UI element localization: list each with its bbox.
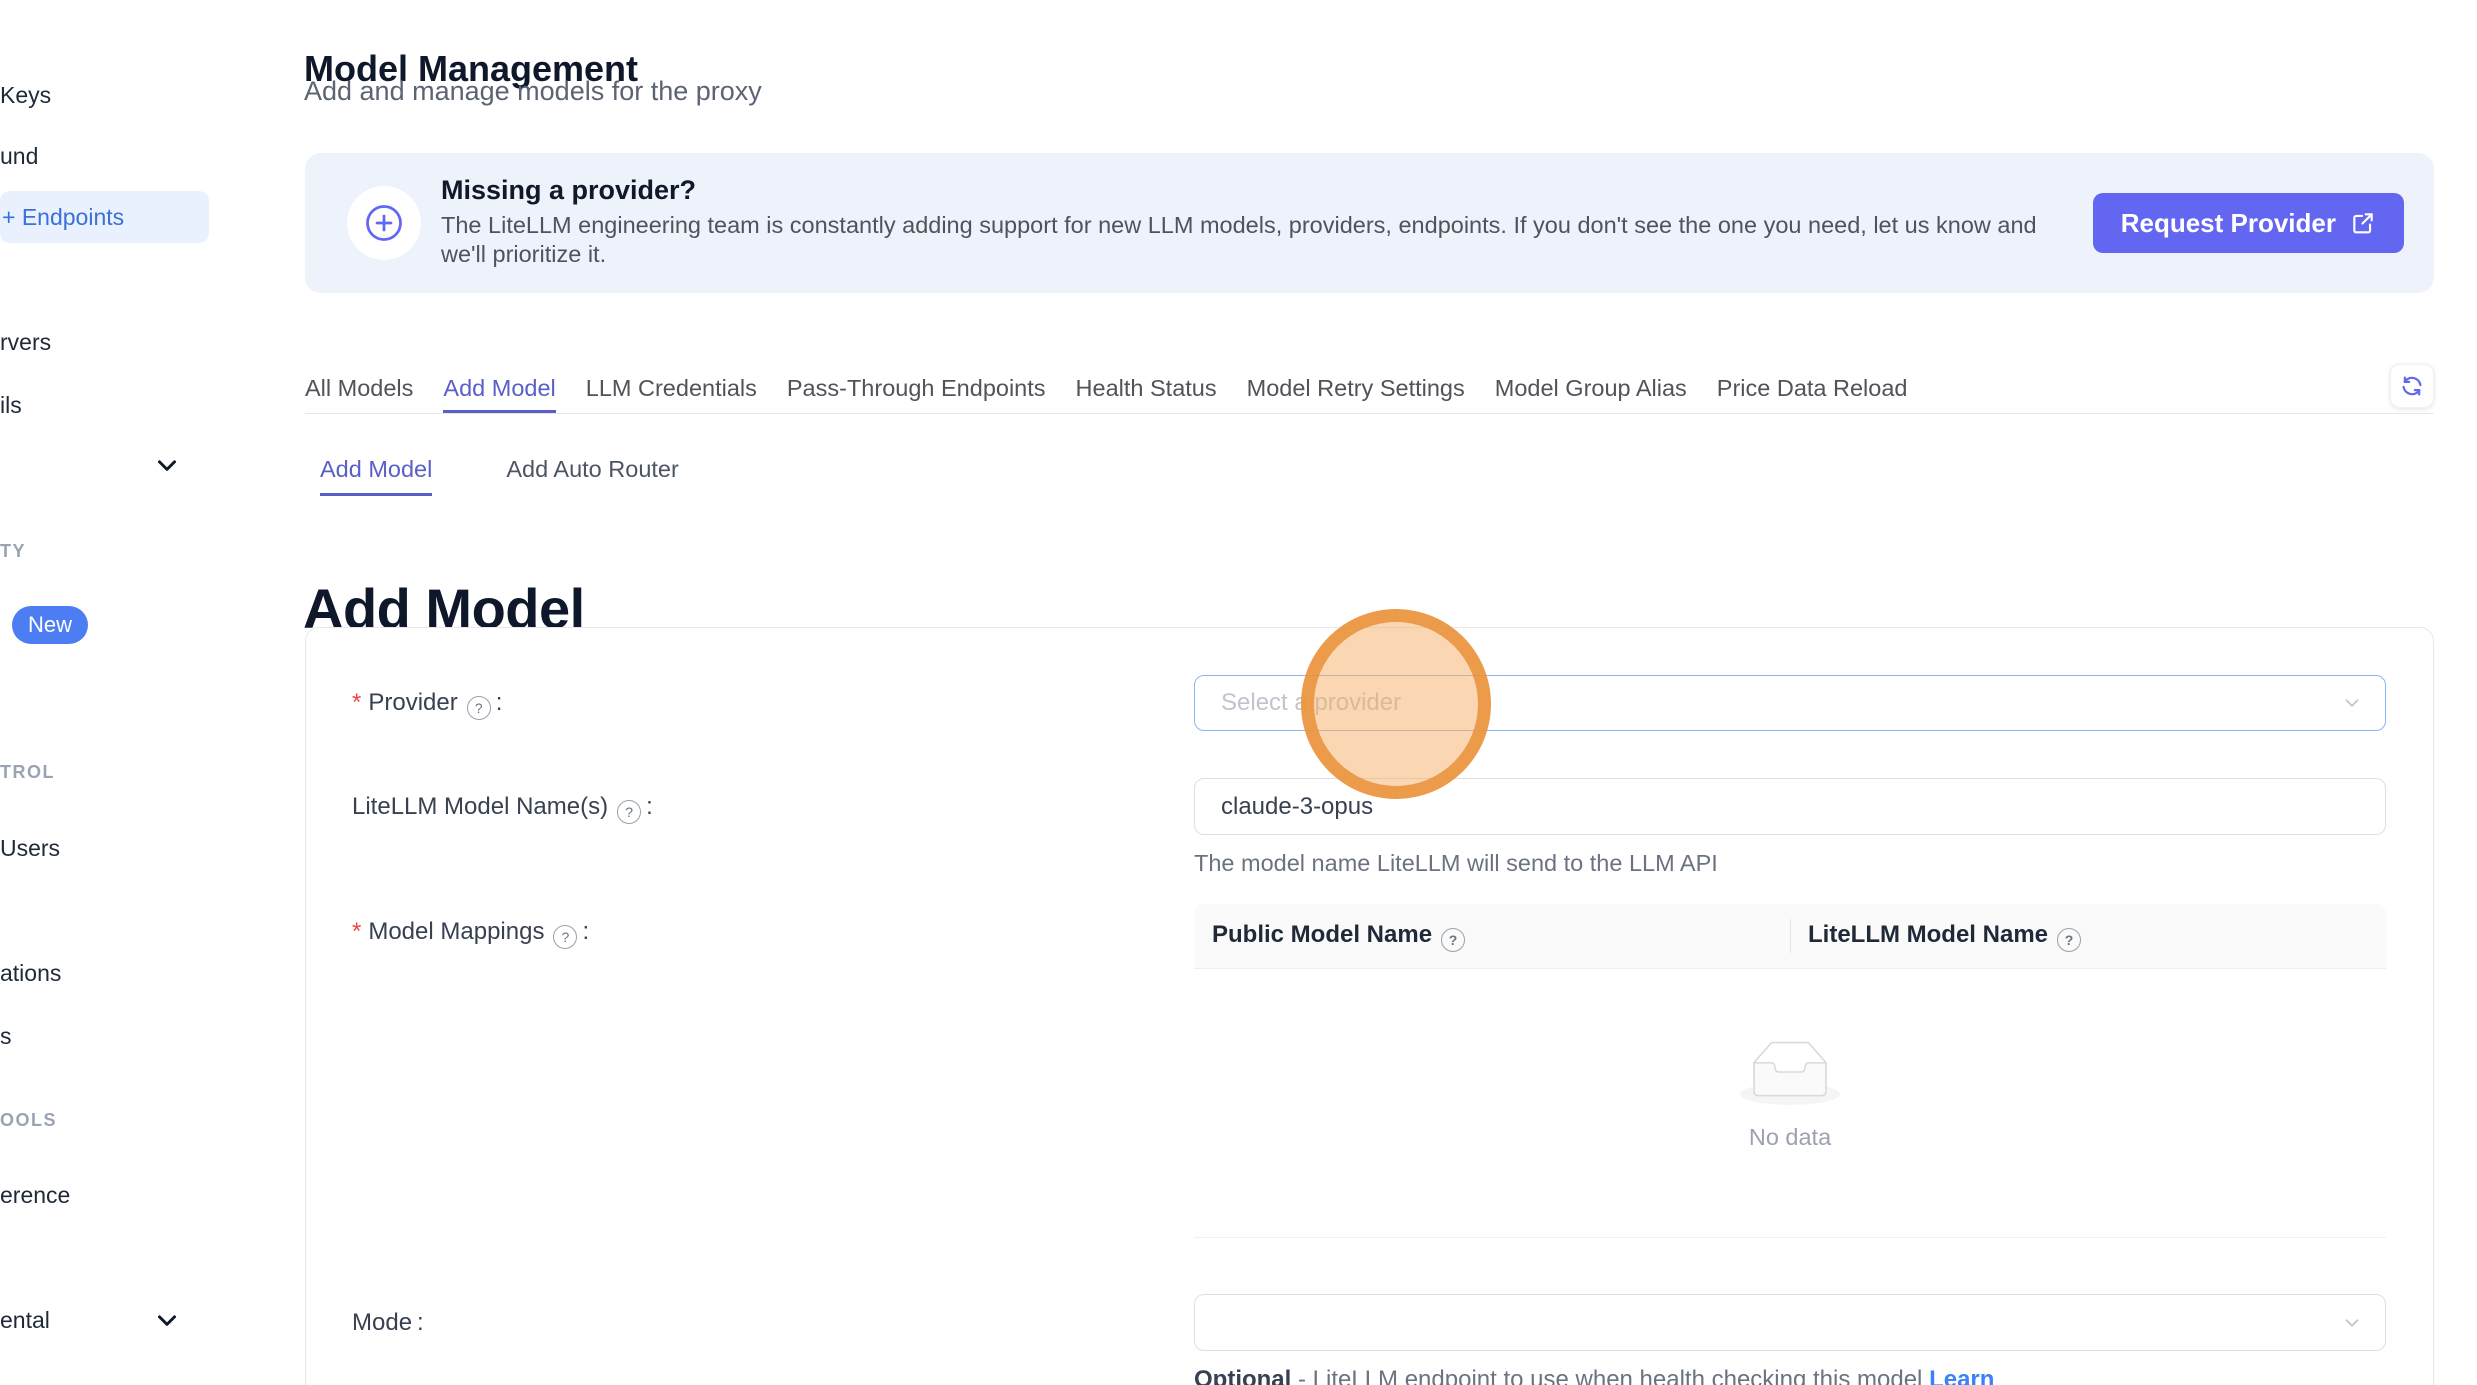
add-model-subtabs: Add Model Add Auto Router — [305, 448, 679, 496]
help-icon[interactable]: ? — [467, 696, 491, 720]
required-mark: * — [352, 918, 361, 945]
model-name-input[interactable] — [1194, 778, 2386, 835]
mode-helper: Optional - LiteLLM endpoint to use when … — [1194, 1366, 1994, 1385]
tab-llm-credentials[interactable]: LLM Credentials — [586, 366, 757, 413]
page-subtitle: Add and manage models for the proxy — [304, 76, 762, 107]
empty-inbox-icon — [1740, 1041, 1840, 1105]
new-badge: New — [12, 606, 88, 644]
refresh-icon — [2399, 373, 2425, 399]
column-public-model-name: Public Model Name? — [1194, 921, 1790, 952]
external-link-icon — [2350, 210, 2376, 236]
mode-label: Mode: — [352, 1308, 424, 1338]
sidebar-section-header: TY — [0, 540, 26, 562]
sidebar-item-keys[interactable]: Keys — [0, 80, 51, 110]
sidebar-item-models-endpoints[interactable]: + Endpoints — [0, 191, 209, 243]
model-name-label: LiteLLM Model Name(s)?: — [352, 792, 653, 822]
mode-select[interactable] — [1194, 1294, 2386, 1351]
learn-more-link[interactable]: Learn — [1929, 1366, 1994, 1385]
plus-circle-icon — [347, 186, 421, 260]
tab-add-model[interactable]: Add Model — [443, 366, 555, 413]
request-provider-label: Request Provider — [2121, 208, 2336, 239]
refresh-button[interactable] — [2390, 364, 2434, 408]
provider-placeholder: Select a provider — [1221, 676, 1401, 730]
model-name-helper: The model name LiteLLM will send to the … — [1194, 850, 1718, 877]
model-mappings-label: *Model Mappings?: — [352, 917, 589, 947]
sidebar-item-servers[interactable]: rvers — [0, 327, 51, 357]
help-icon[interactable]: ? — [617, 800, 641, 824]
column-litellm-model-name: LiteLLM Model Name? — [1790, 921, 2386, 952]
model-management-page: Keys und + Endpoints rvers ils TY New TR… — [0, 0, 2477, 1385]
sidebar-section-header: OOLS — [0, 1109, 57, 1131]
column-divider — [1790, 919, 1791, 953]
chevron-down-icon — [152, 1305, 182, 1335]
subtab-add-model[interactable]: Add Model — [320, 448, 432, 496]
chevron-down-icon — [2341, 1312, 2363, 1339]
no-data-text: No data — [1194, 1124, 2386, 1151]
help-icon[interactable]: ? — [2057, 928, 2081, 952]
model-tabs: All Models Add Model LLM Credentials Pas… — [305, 366, 2434, 414]
model-mappings-table: Public Model Name? LiteLLM Model Name? N… — [1194, 904, 2386, 1238]
add-model-card: *Provider?: Select a provider LiteLLM Mo… — [305, 627, 2434, 1385]
sidebar-collapse-item[interactable] — [152, 450, 182, 480]
banner-title: Missing a provider? — [441, 175, 696, 206]
tab-model-group-alias[interactable]: Model Group Alias — [1495, 366, 1687, 413]
provider-label: *Provider?: — [352, 688, 502, 718]
tab-all-models[interactable]: All Models — [305, 366, 413, 413]
sidebar-experimental-chevron[interactable] — [152, 1305, 182, 1335]
sidebar-item-teams[interactable]: s — [0, 1021, 12, 1051]
tab-model-retry-settings[interactable]: Model Retry Settings — [1247, 366, 1465, 413]
tab-pass-through-endpoints[interactable]: Pass-Through Endpoints — [787, 366, 1046, 413]
banner-body: The LiteLLM engineering team is constant… — [441, 211, 2081, 269]
required-mark: * — [352, 689, 361, 716]
sidebar-item-api-reference[interactable]: erence — [0, 1180, 70, 1210]
provider-select[interactable]: Select a provider — [1194, 675, 2386, 731]
sidebar-item-playground[interactable]: und — [0, 141, 38, 171]
sidebar-section-header: TROL — [0, 761, 55, 783]
sidebar-item-experimental[interactable]: ental — [0, 1305, 50, 1335]
tab-price-data-reload[interactable]: Price Data Reload — [1717, 366, 1908, 413]
missing-provider-banner: Missing a provider? The LiteLLM engineer… — [305, 153, 2434, 293]
sidebar-item-organizations[interactable]: ations — [0, 958, 61, 988]
table-empty-state: No data — [1194, 969, 2386, 1238]
help-icon[interactable]: ? — [1441, 928, 1465, 952]
help-icon[interactable]: ? — [553, 925, 577, 949]
sidebar-item-guardrails[interactable]: ils — [0, 390, 22, 420]
chevron-down-icon — [152, 450, 182, 480]
chevron-down-icon — [2341, 692, 2363, 719]
sidebar-item-users[interactable]: Users — [0, 833, 60, 863]
subtab-add-auto-router[interactable]: Add Auto Router — [506, 448, 678, 496]
table-header: Public Model Name? LiteLLM Model Name? — [1194, 904, 2386, 969]
request-provider-button[interactable]: Request Provider — [2093, 193, 2404, 253]
tab-health-status[interactable]: Health Status — [1076, 366, 1217, 413]
